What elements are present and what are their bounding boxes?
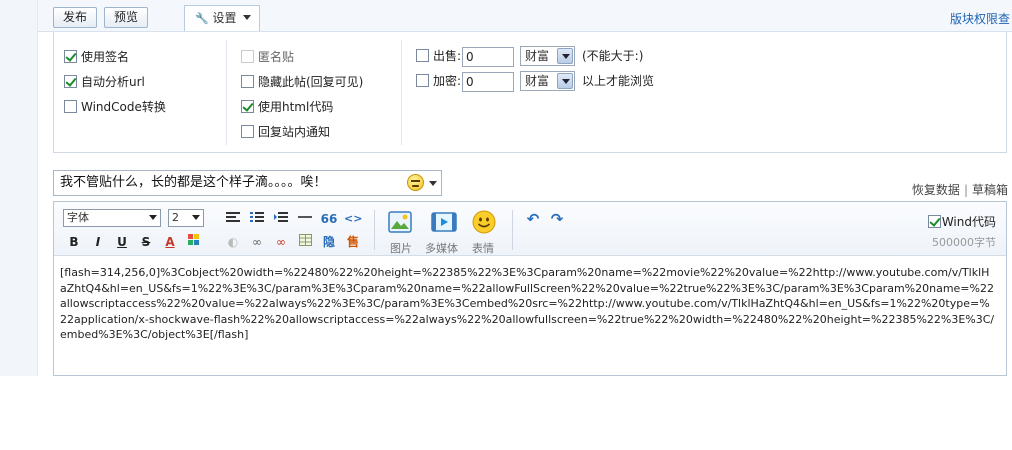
chevron-down-icon: [557, 48, 573, 64]
preview-button[interactable]: 预览: [104, 7, 148, 28]
chevron-down-icon: [192, 215, 200, 220]
option-auto-url[interactable]: 自动分析url: [64, 74, 145, 90]
italic-icon[interactable]: I: [89, 233, 107, 251]
option-label: 隐藏此帖(回复可见): [258, 75, 364, 89]
checkbox-reply-notify[interactable]: [241, 125, 254, 138]
font-size-select[interactable]: 2: [168, 209, 204, 227]
option-sell[interactable]: 出售: 0: [416, 46, 515, 67]
draft-links: 恢复数据 | 草稿箱: [912, 181, 1008, 198]
option-anonymous[interactable]: 匿名贴: [241, 49, 294, 65]
undo-icon[interactable]: ↶: [524, 210, 542, 228]
tab-settings[interactable]: 🔧 设置: [184, 5, 260, 31]
post-editor: 字体 2 B I U S A 66 <> ◐ ∞ ∞ 隐 售 图片 多媒体 表情…: [53, 201, 1007, 376]
option-reply-notify[interactable]: 回复站内通知: [241, 124, 330, 140]
chevron-down-icon: [243, 15, 252, 20]
encrypt-currency-select[interactable]: 财富: [520, 71, 575, 91]
link-separator: |: [963, 183, 968, 197]
hide-content-icon[interactable]: 隐: [320, 233, 338, 251]
option-hide-post[interactable]: 隐藏此帖(回复可见): [241, 74, 363, 90]
checkbox-auto-url[interactable]: [64, 75, 77, 88]
checkbox-use-html[interactable]: [241, 100, 254, 113]
checkbox-wind-code[interactable]: [927, 215, 941, 228]
post-title-text: 我不管贴什么，长的都是这个样子滴。。。。唉！: [60, 175, 327, 190]
select-value: 字体: [67, 211, 89, 224]
checkbox-sell[interactable]: [416, 49, 429, 62]
sell-amount-input[interactable]: 0: [462, 46, 515, 67]
select-value: 财富: [525, 74, 550, 88]
media-icon[interactable]: [431, 210, 457, 234]
table-icon[interactable]: [296, 233, 314, 251]
option-use-html[interactable]: 使用html代码: [241, 99, 333, 115]
checkbox-anonymous[interactable]: [241, 50, 254, 63]
option-label: 自动分析url: [81, 75, 145, 89]
sell-content-icon[interactable]: 售: [344, 233, 362, 251]
drafts-link[interactable]: 草稿箱: [972, 183, 1008, 197]
background-color-icon[interactable]: [185, 233, 203, 251]
option-label: 匿名贴: [258, 50, 295, 64]
indent-icon[interactable]: [272, 210, 290, 228]
eraser-icon[interactable]: ◐: [224, 233, 242, 251]
editor-content-area[interactable]: [flash=314,256,0]%3Cobject%20width=%2248…: [60, 265, 995, 343]
emotion-icon[interactable]: [472, 210, 498, 234]
option-label: 回复站内通知: [258, 125, 331, 139]
emotion-label: 表情: [472, 242, 494, 255]
column-divider: [226, 40, 227, 145]
align-icon[interactable]: [224, 210, 242, 228]
option-label: WindCode转换: [81, 100, 166, 114]
checkbox-use-signature[interactable]: [64, 50, 77, 63]
code-icon[interactable]: <>: [344, 210, 362, 228]
option-windcode-convert[interactable]: WindCode转换: [64, 99, 166, 115]
font-color-icon[interactable]: A: [161, 233, 179, 251]
restore-data-link[interactable]: 恢复数据: [912, 183, 960, 197]
select-value: 财富: [525, 49, 550, 63]
option-encrypt[interactable]: 加密: 0: [416, 71, 515, 92]
wrench-icon: 🔧: [195, 12, 209, 25]
chevron-down-icon: [429, 181, 437, 186]
settings-panel: 使用签名 自动分析url WindCode转换 匿名贴 隐藏此帖(回复可见) 使…: [53, 32, 1007, 153]
option-use-signature[interactable]: 使用签名: [64, 49, 129, 65]
sell-hint: (不能大于:): [582, 49, 644, 63]
strikethrough-icon[interactable]: S: [137, 233, 155, 251]
option-label: 使用html代码: [258, 100, 334, 114]
toolbar-separator: [374, 210, 375, 250]
bold-icon[interactable]: B: [65, 233, 83, 251]
picture-icon[interactable]: [388, 210, 414, 234]
unlink-icon[interactable]: ∞: [272, 233, 290, 251]
top-action-bar: 发布 预览 🔧 设置 版块权限查: [38, 0, 1012, 32]
toolbar-separator: [512, 210, 513, 250]
chevron-down-icon: [557, 73, 573, 89]
checkbox-windcode-convert[interactable]: [64, 100, 77, 113]
smiley-icon: [407, 174, 424, 191]
encrypt-label: 加密:: [433, 74, 462, 88]
byte-limit: 500000字节: [932, 236, 996, 249]
redo-icon[interactable]: ↷: [548, 210, 566, 228]
left-sidebar-strip: [0, 0, 38, 376]
sell-label: 出售:: [433, 49, 462, 63]
checkbox-encrypt[interactable]: [416, 74, 429, 87]
sell-currency-select[interactable]: 财富: [520, 46, 575, 66]
encrypt-amount-input[interactable]: 0: [462, 71, 515, 92]
select-value: 2: [172, 211, 179, 224]
media-label: 多媒体: [425, 242, 458, 255]
option-wind-code[interactable]: Wind代码: [927, 213, 996, 230]
underline-icon[interactable]: U: [113, 233, 131, 251]
ordered-list-icon[interactable]: [248, 210, 266, 228]
option-label: 使用签名: [81, 50, 130, 64]
chevron-down-icon: [149, 215, 157, 220]
quote-icon[interactable]: 66: [320, 210, 338, 228]
checkbox-hide-post[interactable]: [241, 75, 254, 88]
picture-label: 图片: [390, 242, 412, 255]
option-label: Wind代码: [941, 215, 996, 229]
publish-button[interactable]: 发布: [53, 7, 97, 28]
column-divider: [401, 40, 402, 145]
tab-settings-label: 设置: [212, 11, 237, 25]
forum-permission-link[interactable]: 版块权限查: [950, 10, 1010, 27]
horizontal-rule-icon[interactable]: [296, 210, 314, 228]
link-icon[interactable]: ∞: [248, 233, 266, 251]
title-emoji-picker[interactable]: [407, 174, 437, 192]
font-family-select[interactable]: 字体: [63, 209, 161, 227]
editor-toolbar: 字体 2 B I U S A 66 <> ◐ ∞ ∞ 隐 售 图片 多媒体 表情…: [54, 202, 1006, 256]
post-title-input[interactable]: 我不管贴什么，长的都是这个样子滴。。。。唉！: [53, 170, 442, 196]
encrypt-hint: 以上才能浏览: [582, 74, 655, 88]
